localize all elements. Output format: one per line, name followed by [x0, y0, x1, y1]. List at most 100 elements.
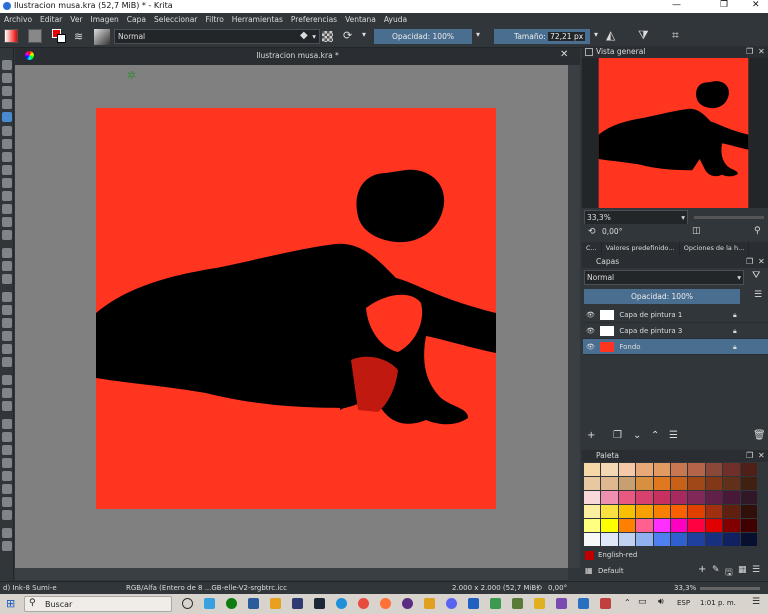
close-docker-icon[interactable]: ✕ [758, 257, 765, 266]
close-tab-icon[interactable]: ✕ [560, 49, 568, 60]
vertical-scrollbar[interactable] [568, 65, 580, 568]
palette-swatch[interactable] [688, 477, 705, 490]
palette-swatch[interactable] [601, 477, 618, 490]
app-icon[interactable] [556, 598, 567, 609]
app-icon[interactable] [490, 598, 501, 609]
layer-name[interactable]: Fondo [619, 343, 640, 351]
palette-swatch[interactable] [601, 505, 618, 518]
measure-tool-icon[interactable] [2, 388, 12, 398]
bezier-select-icon[interactable] [2, 497, 12, 507]
layer-name[interactable]: Capa de pintura 1 [619, 311, 682, 319]
palette-swatch[interactable] [723, 477, 740, 490]
add-layer-icon[interactable]: + [587, 430, 595, 441]
tab-tool-options[interactable]: Opciones de la h... [680, 242, 750, 255]
brush-settings-icon[interactable]: ≋ [74, 30, 83, 43]
visible-eye-icon[interactable]: 👁 [586, 311, 595, 319]
magnetic-select-icon[interactable] [2, 510, 12, 520]
photoshop-icon[interactable] [248, 598, 259, 609]
visible-eye-icon[interactable]: 👁 [586, 343, 595, 351]
layer-menu-icon[interactable]: ☰ [754, 290, 762, 300]
xbox-icon[interactable] [226, 598, 237, 609]
palette-swatch[interactable] [705, 477, 723, 490]
task-view-icon[interactable] [182, 598, 193, 609]
menu-filtro[interactable]: Filtro [201, 13, 227, 26]
grid-view-icon[interactable]: ▦ [738, 565, 747, 575]
palette-swatch[interactable] [636, 463, 653, 476]
bezier-tool-icon[interactable] [2, 191, 12, 201]
palette-swatch[interactable] [705, 491, 723, 504]
rotate-icon[interactable]: ⟲ [588, 227, 596, 237]
palette-swatch[interactable] [688, 519, 705, 532]
lock-icon[interactable]: 🔒︎ [733, 307, 737, 323]
palette-list-icon[interactable]: ☰ [752, 565, 760, 575]
palette-name[interactable]: Default [598, 567, 624, 575]
close-icon[interactable]: ✕ [752, 0, 760, 10]
app-icon[interactable] [468, 598, 479, 609]
reference-tool-icon[interactable] [2, 401, 12, 411]
palette-swatch[interactable] [618, 477, 636, 490]
rect-select-icon[interactable] [2, 419, 12, 429]
taskbar-search-box[interactable]: ⚲ Buscar [24, 596, 172, 612]
fg-bg-color-selector[interactable] [52, 29, 66, 43]
pin-icon[interactable]: ⚲ [754, 226, 761, 236]
polygon-tool-icon[interactable] [2, 165, 12, 175]
smart-patch-icon[interactable] [2, 331, 12, 341]
pan-tool-icon[interactable] [2, 541, 12, 551]
zoom-slider[interactable] [700, 587, 760, 590]
color-picker-icon[interactable] [2, 305, 12, 315]
dropdown-icon[interactable]: ▾ [476, 30, 480, 39]
crop-tool-icon[interactable] [2, 248, 12, 258]
mirror-vertical-icon[interactable]: ⧩ [638, 28, 649, 43]
opacity-slider[interactable]: Opacidad: 100% [374, 29, 472, 44]
discord-icon[interactable] [446, 598, 457, 609]
palette-swatch[interactable] [618, 533, 636, 546]
menu-herramientas[interactable]: Herramientas [228, 13, 287, 26]
palette-swatch[interactable] [723, 463, 740, 476]
move-layer-down-icon[interactable]: ⌄ [633, 430, 641, 441]
palette-swatch[interactable] [636, 477, 653, 490]
float-docker-icon[interactable]: ❐ [746, 47, 753, 56]
palette-swatch[interactable] [723, 533, 740, 546]
enclose-fill-icon[interactable] [2, 357, 12, 367]
calligraphy-icon[interactable] [2, 99, 12, 109]
visible-eye-icon[interactable]: 👁 [586, 327, 595, 335]
ellipse-select-icon[interactable] [2, 432, 12, 442]
status-rotation[interactable]: 0,00° [548, 582, 567, 594]
add-swatch-icon[interactable]: + [698, 564, 706, 575]
palette-swatch[interactable] [653, 477, 670, 490]
krita-taskbar-icon[interactable] [600, 598, 611, 609]
edit-swatch-icon[interactable]: ✎ [712, 565, 720, 575]
layer-row[interactable]: 👁 Capa de pintura 1 🔒︎ [583, 307, 768, 323]
chrome-icon[interactable] [358, 598, 369, 609]
polygon-select-icon[interactable] [2, 445, 12, 455]
palette-swatch[interactable] [671, 533, 688, 546]
palette-swatch[interactable] [618, 519, 636, 532]
palette-swatch[interactable] [653, 463, 670, 476]
menu-capa[interactable]: Capa [123, 13, 150, 26]
palette-swatch[interactable] [584, 463, 601, 476]
palette-swatch[interactable] [653, 533, 670, 546]
palette-swatch[interactable] [671, 491, 688, 504]
palette-swatch[interactable] [688, 463, 705, 476]
overview-thumbnail[interactable] [598, 58, 749, 208]
crop-icon[interactable]: ⌗ [672, 28, 679, 43]
move-tool-icon[interactable] [2, 261, 12, 271]
palette-swatch[interactable] [601, 533, 618, 546]
palette-swatch[interactable] [584, 519, 601, 532]
volume-icon[interactable]: 🔊︎ [658, 597, 664, 607]
dynamic-brush-icon[interactable] [2, 217, 12, 227]
app-icon[interactable] [578, 598, 589, 609]
palette-swatch[interactable] [618, 463, 636, 476]
menu-archivo[interactable]: Archivo [0, 13, 36, 26]
tray-chevron-icon[interactable]: ⌃ [624, 598, 631, 607]
reload-preset-icon[interactable]: ⟳ [343, 29, 352, 42]
brush-preset-thumb[interactable] [94, 29, 110, 45]
palette-swatch[interactable] [584, 477, 601, 490]
assistant-tool-icon[interactable] [2, 375, 12, 385]
palette-swatch[interactable] [584, 505, 601, 518]
lock-icon[interactable]: 🔒︎ [733, 323, 737, 339]
pattern-swatch[interactable] [28, 29, 42, 43]
layer-properties-icon[interactable]: ☰ [669, 430, 678, 441]
layer-name[interactable]: Capa de pintura 3 [619, 327, 682, 335]
app-icon[interactable] [424, 598, 435, 609]
